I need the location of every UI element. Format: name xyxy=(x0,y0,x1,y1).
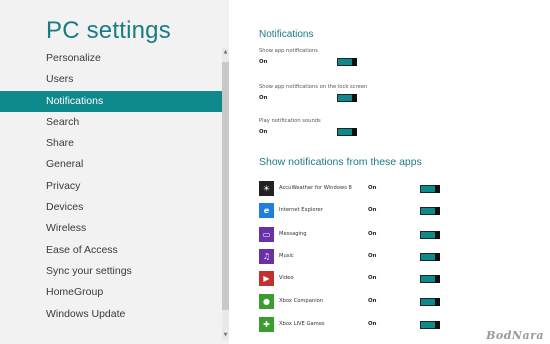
xbox-icon: ● xyxy=(259,294,274,309)
app-value: On xyxy=(368,207,377,213)
setting-label: Show app notifications on the lock scree… xyxy=(259,84,368,90)
app-row-messaging: ▭ Messaging On xyxy=(259,227,479,243)
nav-item-search[interactable]: Search xyxy=(0,112,222,133)
app-name: Internet Explorer xyxy=(279,207,323,213)
watermark-logo: BodNara xyxy=(486,329,544,342)
nav-item-privacy[interactable]: Privacy xyxy=(0,176,222,197)
app-value: On xyxy=(368,231,377,237)
settings-nav-pane: PC settings Personalize Users Notificati… xyxy=(0,0,229,344)
lock-screen-notifications-toggle[interactable] xyxy=(337,94,357,102)
notifications-pane: Notifications Show app notifications On … xyxy=(229,0,550,344)
show-app-notifications-toggle[interactable] xyxy=(337,58,357,66)
app-value: On xyxy=(368,321,377,327)
settings-nav-list: Personalize Users Notifications Search S… xyxy=(0,48,222,325)
nav-item-notifications[interactable]: Notifications xyxy=(0,90,222,112)
app-row-xbox-live-games: ✚ Xbox LIVE Games On xyxy=(259,317,479,333)
setting-lock-screen-notifications: Show app notifications on the lock scree… xyxy=(259,84,369,101)
app-toggle[interactable] xyxy=(420,275,440,283)
nav-item-homegroup[interactable]: HomeGroup xyxy=(0,282,222,303)
internet-explorer-icon: e xyxy=(259,203,274,218)
nav-item-devices[interactable]: Devices xyxy=(0,197,222,218)
scroll-down-arrow-icon[interactable]: ▼ xyxy=(222,332,229,339)
nav-item-general[interactable]: General xyxy=(0,154,222,175)
nav-item-users[interactable]: Users xyxy=(0,69,222,90)
app-name: Xbox Companion xyxy=(279,298,324,304)
apps-heading: Show notifications from these apps xyxy=(259,156,422,168)
controller-icon: ✚ xyxy=(259,317,274,332)
scrollbar-thumb[interactable] xyxy=(222,62,229,310)
setting-value: On xyxy=(259,95,268,101)
app-row-internet-explorer: e Internet Explorer On xyxy=(259,203,479,219)
nav-item-sync-settings[interactable]: Sync your settings xyxy=(0,261,222,282)
scroll-up-arrow-icon[interactable]: ▲ xyxy=(222,49,229,56)
app-value: On xyxy=(368,298,377,304)
app-toggle[interactable] xyxy=(420,253,440,261)
app-row-xbox-companion: ● Xbox Companion On xyxy=(259,294,479,310)
nav-item-ease-of-access[interactable]: Ease of Access xyxy=(0,240,222,261)
app-value: On xyxy=(368,185,377,191)
messaging-icon: ▭ xyxy=(259,227,274,242)
page-title: PC settings xyxy=(46,17,171,44)
app-row-music: ♫ Music On xyxy=(259,249,479,265)
app-name: Xbox LIVE Games xyxy=(279,321,325,327)
app-name: Music xyxy=(279,253,294,259)
nav-item-windows-update[interactable]: Windows Update xyxy=(0,304,222,325)
nav-item-share[interactable]: Share xyxy=(0,133,222,154)
setting-show-app-notifications: Show app notifications On xyxy=(259,48,369,65)
setting-value: On xyxy=(259,129,268,135)
notification-sounds-toggle[interactable] xyxy=(337,128,357,136)
app-toggle[interactable] xyxy=(420,321,440,329)
app-row-video: ▶ Video On xyxy=(259,271,479,287)
notifications-heading: Notifications xyxy=(259,29,314,40)
app-toggle[interactable] xyxy=(420,231,440,239)
nav-scrollbar[interactable]: ▲ ▼ xyxy=(222,48,229,340)
app-row-accuweather: ☀ AccuWeather for Windows 8 On xyxy=(259,181,479,197)
app-value: On xyxy=(368,253,377,259)
nav-item-wireless[interactable]: Wireless xyxy=(0,218,222,239)
app-value: On xyxy=(368,275,377,281)
setting-value: On xyxy=(259,59,268,65)
app-toggle[interactable] xyxy=(420,298,440,306)
app-toggle[interactable] xyxy=(420,185,440,193)
headphones-icon: ♫ xyxy=(259,249,274,264)
app-toggle[interactable] xyxy=(420,207,440,215)
app-name: Messaging xyxy=(279,231,307,237)
app-name: Video xyxy=(279,275,294,281)
sun-icon: ☀ xyxy=(259,181,274,196)
setting-label: Play notification sounds xyxy=(259,118,321,124)
video-icon: ▶ xyxy=(259,271,274,286)
setting-label: Show app notifications xyxy=(259,48,318,54)
setting-notification-sounds: Play notification sounds On xyxy=(259,118,369,135)
nav-item-personalize[interactable]: Personalize xyxy=(0,48,222,69)
app-name: AccuWeather for Windows 8 xyxy=(279,185,352,191)
